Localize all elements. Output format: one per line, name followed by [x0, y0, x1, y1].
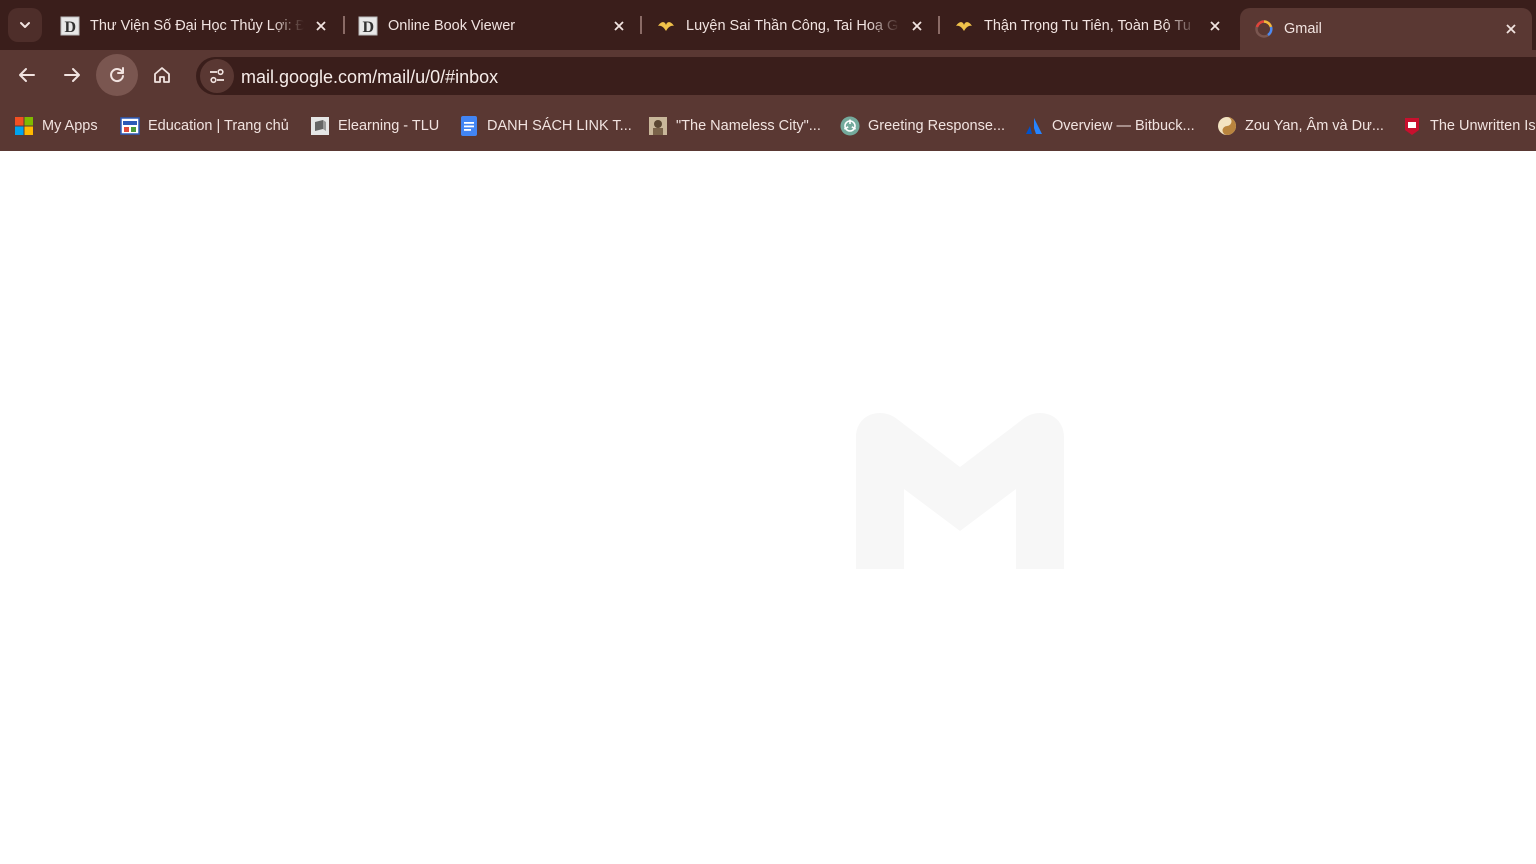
google-docs-icon: [459, 116, 479, 136]
bookmark-greeting-response[interactable]: Greeting Response...: [840, 114, 1005, 138]
bookmark-label: Education | Trang chủ: [148, 118, 289, 134]
tab-title: Thư Viện Số Đại Học Thủy Lợi: Đ: [90, 18, 304, 34]
bookmark-label: The Unwritten Is: [1430, 118, 1536, 134]
home-button[interactable]: [145, 58, 179, 92]
elearning-icon: [310, 116, 330, 136]
tab-online-book-viewer[interactable]: D Online Book Viewer: [344, 8, 640, 44]
page-content: [0, 151, 1536, 864]
bookmark-my-apps[interactable]: My Apps: [14, 114, 98, 138]
windows-logo-icon: [14, 116, 34, 136]
tab-strip: D Thư Viện Số Đại Học Thủy Lợi: Đ D Onli…: [0, 0, 1536, 50]
tab-title: Online Book Viewer: [388, 18, 516, 34]
bookmark-the-unwritten[interactable]: The Unwritten Is: [1402, 114, 1536, 138]
education-site-icon: [120, 116, 140, 136]
address-bar[interactable]: mail.google.com/mail/u/0/#inbox: [196, 57, 1536, 95]
chevron-down-icon: [20, 22, 30, 28]
close-tab-icon[interactable]: [1500, 18, 1522, 40]
bookmark-label: Zou Yan, Âm và Dư...: [1245, 118, 1384, 134]
gmail-logo-icon: [856, 413, 1064, 569]
tab-luyen-sai-than-cong[interactable]: Luyện Sai Thần Công, Tai Hoạ G: [642, 8, 938, 44]
bookmarks-bar: My Apps Education | Trang chủ Elearning …: [0, 100, 1536, 151]
yin-yang-icon: [1217, 116, 1237, 136]
arrow-left-icon: [19, 68, 35, 82]
chatgpt-icon: [840, 116, 860, 136]
red-badge-icon: [1402, 116, 1422, 136]
reload-button[interactable]: [96, 54, 138, 96]
portrait-icon: [648, 116, 668, 136]
arrow-right-icon: [64, 68, 80, 82]
bookmark-label: "The Nameless City"...: [676, 118, 821, 134]
close-tab-icon[interactable]: [906, 15, 928, 37]
tune-icon: [210, 68, 224, 84]
bookmark-nameless-city[interactable]: "The Nameless City"...: [648, 114, 821, 138]
bookmark-label: Overview — Bitbuck...: [1052, 118, 1195, 134]
letter-d-icon: D: [358, 16, 378, 36]
bookmark-label: DANH SÁCH LINK T...: [487, 118, 632, 134]
svg-text:D: D: [363, 19, 375, 36]
home-icon: [154, 67, 170, 83]
wing-logo-icon: [954, 16, 974, 36]
bookmark-bitbucket[interactable]: Overview — Bitbuck...: [1024, 114, 1195, 138]
bookmark-danh-sach-link[interactable]: DANH SÁCH LINK T...: [459, 114, 632, 138]
bookmark-zou-yan[interactable]: Zou Yan, Âm và Dư...: [1217, 114, 1384, 138]
back-button[interactable]: [10, 58, 44, 92]
close-tab-icon[interactable]: [310, 15, 332, 37]
site-info-button[interactable]: [200, 59, 234, 93]
browser-toolbar: mail.google.com/mail/u/0/#inbox: [0, 50, 1536, 100]
bookmark-label: Greeting Response...: [868, 118, 1006, 134]
bookmark-education[interactable]: Education | Trang chủ: [120, 114, 289, 138]
forward-button[interactable]: [55, 58, 89, 92]
bookmark-label: Elearning - TLU: [338, 118, 440, 134]
close-tab-icon[interactable]: [1204, 15, 1226, 37]
url-text[interactable]: mail.google.com/mail/u/0/#inbox: [241, 67, 498, 88]
tab-gmail[interactable]: Gmail: [1240, 8, 1532, 50]
bookmark-label: My Apps: [42, 118, 98, 134]
wing-logo-icon: [656, 16, 676, 36]
bookmark-elearning[interactable]: Elearning - TLU: [310, 114, 439, 138]
tab-than-trong-tu-tien[interactable]: Thận Trọng Tu Tiên, Toàn Bộ Tu: [940, 8, 1236, 44]
loading-spinner-icon: [1254, 19, 1274, 39]
tab-title: Thận Trọng Tu Tiên, Toàn Bộ Tu: [984, 18, 1191, 34]
tab-title: Gmail: [1284, 21, 1322, 37]
letter-d-icon: D: [60, 16, 80, 36]
reload-icon: [110, 67, 124, 83]
tab-search-button[interactable]: [8, 8, 42, 42]
svg-text:D: D: [65, 19, 77, 36]
tab-title: Luyện Sai Thần Công, Tai Hoạ G: [686, 18, 899, 34]
close-tab-icon[interactable]: [608, 15, 630, 37]
tab-thu-vien[interactable]: D Thư Viện Số Đại Học Thủy Lợi: Đ: [46, 8, 342, 44]
atlassian-icon: [1024, 116, 1044, 136]
